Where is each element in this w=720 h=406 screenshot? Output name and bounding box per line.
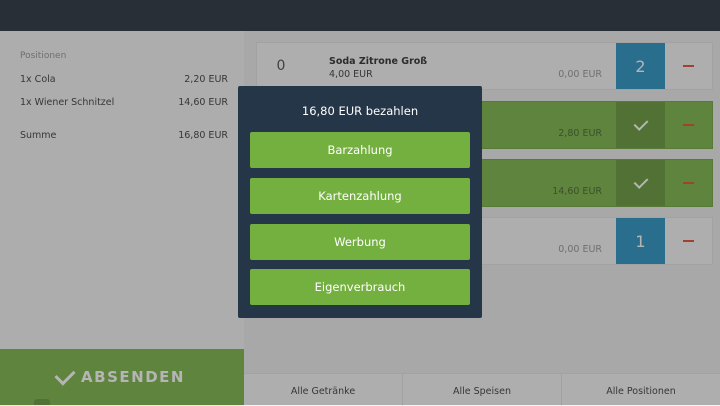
payment-dialog: 16,80 EUR bezahlen Barzahlung Kartenzahl… <box>238 86 482 318</box>
card-payment-button[interactable]: Kartenzahlung <box>250 178 470 214</box>
promotion-payment-button[interactable]: Werbung <box>250 224 470 260</box>
own-consumption-button[interactable]: Eigenverbrauch <box>250 269 470 305</box>
payment-dialog-title: 16,80 EUR bezahlen <box>301 104 419 118</box>
cash-payment-button[interactable]: Barzahlung <box>250 132 470 168</box>
